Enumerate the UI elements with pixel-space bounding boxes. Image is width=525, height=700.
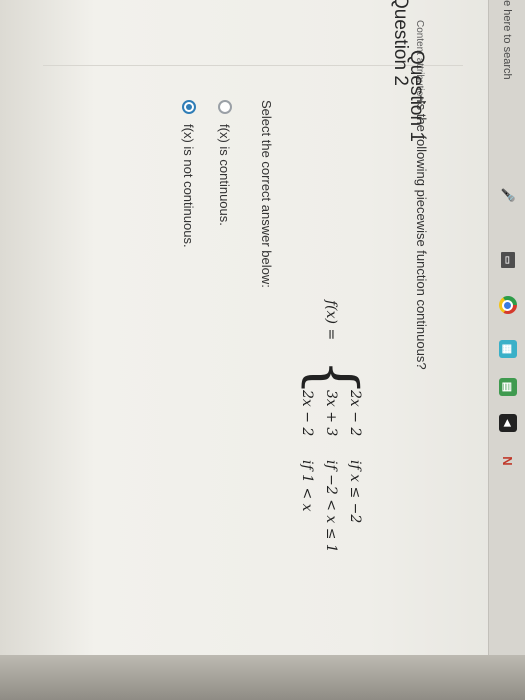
task-view-icon[interactable]: ▭ — [501, 252, 515, 268]
app-icon[interactable]: N — [499, 452, 517, 470]
answer-option-continuous[interactable]: f(x) is continuous. — [215, 100, 235, 226]
answer-option-not-continuous[interactable]: f(x) is not continuous. — [179, 100, 199, 248]
case-1-condition: if x ≤ −2 — [347, 460, 363, 524]
answer-option-label: f(x) is not continuous. — [181, 124, 197, 248]
radio-button-selected[interactable] — [182, 100, 196, 114]
case-2-condition: if −2 < x ≤ 1 — [323, 460, 339, 553]
monitor-bezel — [0, 655, 525, 700]
windows-taskbar: pe here to search 🎤 ▭ ▦ ▤ ◀ N — [488, 0, 525, 700]
answer-option-label: f(x) is continuous. — [217, 124, 233, 226]
radio-button[interactable] — [218, 100, 232, 114]
chrome-icon[interactable] — [499, 296, 517, 314]
question-page: Question 2 Content attribution Question … — [0, 0, 489, 700]
question-prompt: Is the following piecewise function cont… — [414, 100, 429, 370]
case-2-expression: 3x + 3 — [323, 390, 339, 437]
rotated-screen: pe here to search 🎤 ▭ ▦ ▤ ◀ N Question 2… — [0, 0, 525, 700]
case-1-expression: 2x − 2 — [347, 390, 363, 437]
file-explorer-icon[interactable]: ◀ — [499, 414, 517, 432]
microphone-icon[interactable]: 🎤 — [499, 186, 517, 204]
function-label: f(x) = — [323, 300, 339, 341]
taskbar-search-box[interactable]: pe here to search — [501, 0, 513, 80]
media-icon[interactable]: ▤ — [499, 378, 517, 396]
case-3-expression: 2x − 2 — [299, 390, 315, 437]
case-3-condition: if 1 < x — [299, 460, 315, 512]
store-icon[interactable]: ▦ — [499, 340, 517, 358]
answer-instruction: Select the correct answer below: — [259, 100, 274, 288]
